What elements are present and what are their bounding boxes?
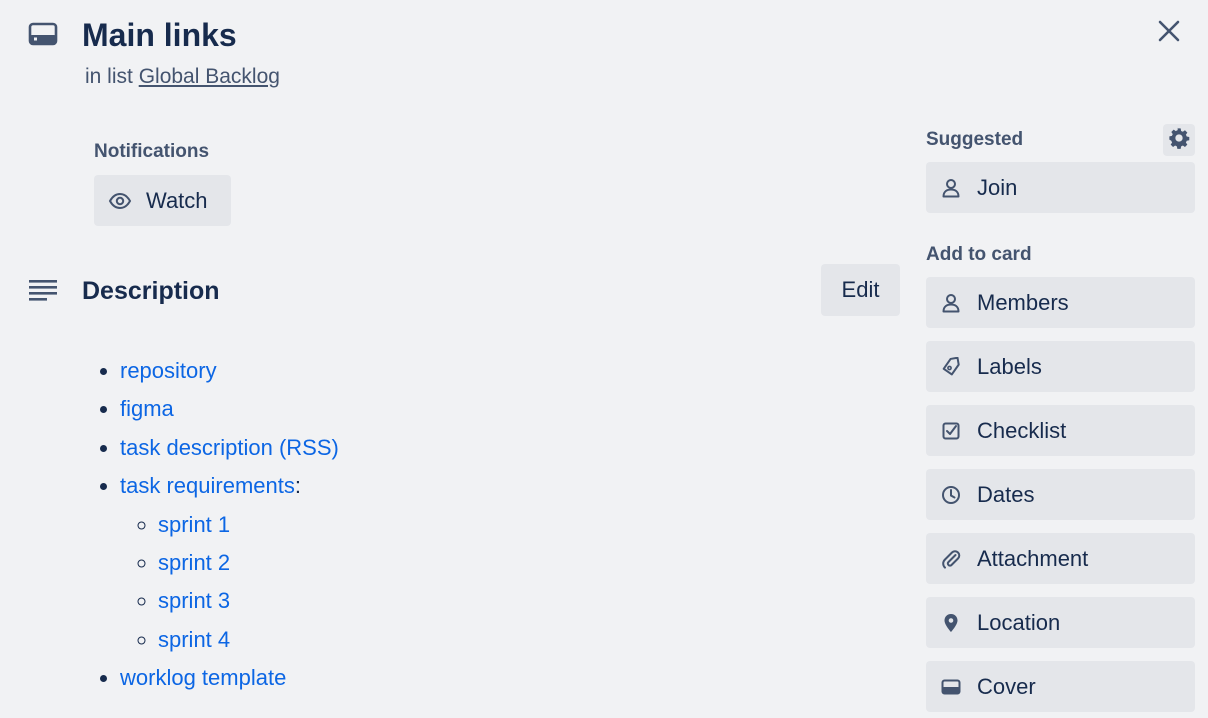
list-item: task description (RSS) <box>120 429 339 467</box>
cover-icon <box>940 676 962 698</box>
list-item: task requirements: sprint 1 sprint 2 spr… <box>120 467 339 659</box>
list-item-suffix: : <box>294 473 301 499</box>
cover-label: Cover <box>977 673 1036 699</box>
card-title[interactable]: Main links <box>82 16 237 54</box>
gear-icon <box>1168 127 1190 154</box>
sprint-4-link[interactable]: sprint 4 <box>158 627 230 652</box>
clock-icon <box>940 484 962 506</box>
task-description-link[interactable]: task description (RSS) <box>120 435 339 460</box>
checklist-icon <box>940 420 962 442</box>
card-detail-dialog: Main links in list Global Backlog Notifi… <box>0 0 1208 718</box>
attachment-button[interactable]: Attachment <box>926 533 1195 584</box>
notifications-label: Notifications <box>94 141 210 162</box>
suggested-label: Suggested <box>926 129 1024 150</box>
paperclip-icon <box>940 548 962 570</box>
tag-icon <box>940 356 962 378</box>
sprint-3-link[interactable]: sprint 3 <box>158 588 230 613</box>
add-to-card-label: Add to card <box>926 244 1032 265</box>
members-button[interactable]: Members <box>926 277 1195 328</box>
join-button[interactable]: Join <box>926 162 1195 213</box>
list-item: figma <box>120 390 339 428</box>
list-name-link[interactable]: Global Backlog <box>139 65 280 88</box>
list-item: sprint 1 <box>158 506 339 544</box>
cover-button[interactable]: Cover <box>926 661 1195 712</box>
labels-button[interactable]: Labels <box>926 341 1195 392</box>
attachment-label: Attachment <box>977 545 1089 571</box>
join-label: Join <box>977 174 1018 200</box>
description-list: repository figma task description (RSS) … <box>120 352 339 698</box>
dates-button[interactable]: Dates <box>926 469 1195 520</box>
watch-label: Watch <box>146 187 208 213</box>
location-pin-icon <box>940 612 962 634</box>
sprint-list: sprint 1 sprint 2 sprint 3 sprint 4 <box>120 506 339 660</box>
repository-link[interactable]: repository <box>120 358 217 383</box>
description-title: Description <box>82 277 220 305</box>
list-breadcrumb: in list Global Backlog <box>85 64 280 90</box>
list-item: worklog template <box>120 659 339 697</box>
suggested-settings-button[interactable] <box>1163 124 1195 156</box>
task-requirements-link[interactable]: task requirements <box>120 473 295 498</box>
figma-link[interactable]: figma <box>120 396 174 421</box>
eye-icon <box>108 189 132 213</box>
list-item: repository <box>120 352 339 390</box>
person-icon <box>940 177 962 199</box>
close-icon <box>1158 20 1180 47</box>
checklist-label: Checklist <box>977 417 1067 443</box>
list-item: sprint 3 <box>158 582 339 620</box>
watch-button[interactable]: Watch <box>94 175 231 226</box>
card-icon <box>28 22 58 46</box>
members-label: Members <box>977 289 1069 315</box>
sprint-2-link[interactable]: sprint 2 <box>158 550 230 575</box>
in-list-prefix: in list <box>85 65 133 88</box>
checklist-button[interactable]: Checklist <box>926 405 1195 456</box>
sprint-1-link[interactable]: sprint 1 <box>158 512 230 537</box>
location-label: Location <box>977 609 1061 635</box>
location-button[interactable]: Location <box>926 597 1195 648</box>
labels-label: Labels <box>977 353 1042 379</box>
worklog-template-link[interactable]: worklog template <box>120 665 286 690</box>
person-icon <box>940 292 962 314</box>
edit-description-button[interactable]: Edit <box>821 264 900 316</box>
dates-label: Dates <box>977 481 1035 507</box>
list-item: sprint 4 <box>158 621 339 659</box>
close-button[interactable] <box>1152 16 1186 50</box>
list-item: sprint 2 <box>158 544 339 582</box>
description-icon <box>28 278 58 302</box>
